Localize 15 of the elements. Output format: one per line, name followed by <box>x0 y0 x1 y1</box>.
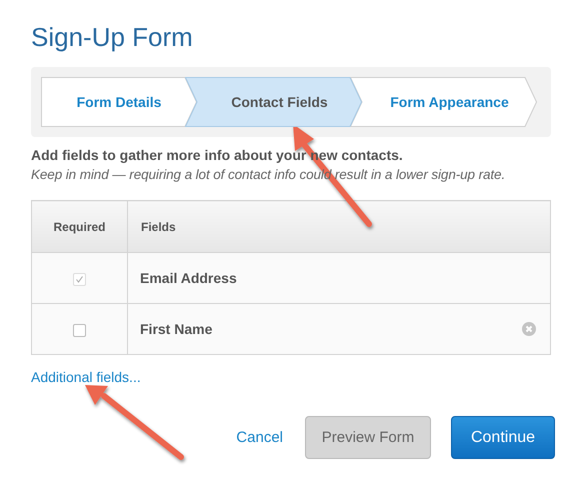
checkbox[interactable] <box>73 324 86 337</box>
cancel-link[interactable]: Cancel <box>234 429 285 446</box>
preview-button[interactable]: Preview Form <box>305 416 431 459</box>
field-name: Email Address <box>140 270 237 286</box>
additional-fields-link[interactable]: Additional fields... <box>31 369 141 385</box>
form-title: Sign-Up Form <box>31 21 194 53</box>
step-tab[interactable]: Form Appearance <box>350 77 537 127</box>
remove-icon[interactable] <box>522 322 536 336</box>
check-icon <box>75 274 84 284</box>
column-header: Fields <box>128 200 550 252</box>
continue-button[interactable]: Continue <box>451 416 555 459</box>
column-header: Required <box>32 200 128 252</box>
step-tab[interactable]: Form Details <box>41 77 197 127</box>
field-name: First Name <box>140 321 212 337</box>
step-tab[interactable]: Contact Fields <box>185 77 362 127</box>
